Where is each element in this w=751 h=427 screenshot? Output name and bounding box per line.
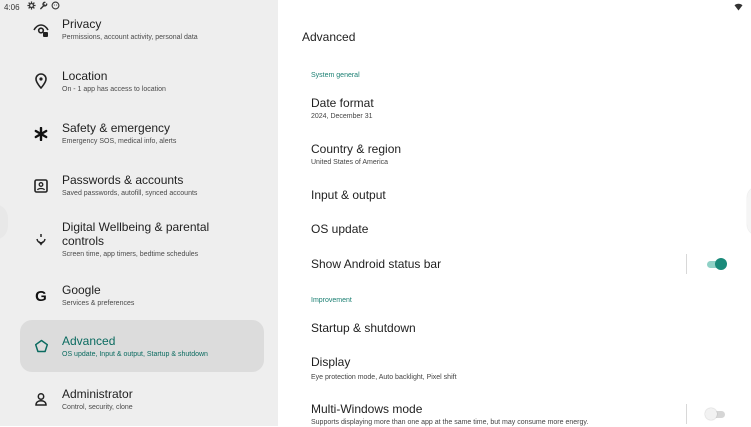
row-title: Input & output: [311, 188, 386, 202]
sidebar-item-subtitle: Saved passwords, autofill, synced accoun…: [62, 190, 198, 197]
row-title: Date format: [311, 96, 374, 110]
status-time: 4:06: [4, 3, 20, 12]
sidebar-item-subtitle: Control, security, clone: [62, 404, 133, 411]
location-pin-icon: [32, 72, 50, 90]
section-header-system-general: System general: [311, 72, 360, 79]
row-title: Multi-Windows mode: [311, 402, 423, 416]
sidebar-item-passwords-accounts[interactable]: Passwords & accounts Saved passwords, au…: [20, 168, 264, 204]
account-box-icon: [32, 177, 50, 195]
page-title: Advanced: [302, 30, 356, 44]
toggle-thumb: [715, 258, 727, 270]
sidebar-item-title: Google: [62, 283, 101, 297]
sidebar-item-title: Administrator: [62, 387, 133, 401]
row-subtitle: United States of America: [311, 159, 389, 166]
row-title: Country & region: [311, 142, 402, 156]
row-title: Show Android status bar: [311, 257, 442, 271]
row-subtitle: 2024, December 31: [311, 113, 373, 120]
sidebar-item-subtitle: Services & preferences: [62, 300, 135, 307]
row-title: Startup & shutdown: [311, 321, 416, 335]
sidebar-item-safety-emergency[interactable]: Safety & emergency Emergency SOS, medica…: [20, 116, 264, 152]
wellbeing-icon: [32, 231, 50, 249]
row-divider: [686, 404, 687, 424]
google-icon: G: [35, 287, 47, 305]
settings-sidebar: Privacy Permissions, account activity, p…: [0, 0, 278, 426]
administrator-person-icon: [32, 390, 50, 408]
sidebar-item-subtitle: Emergency SOS, medical info, alerts: [62, 138, 177, 145]
advanced-star-icon: [32, 337, 50, 355]
emergency-asterisk-icon: [32, 125, 50, 143]
status-icons: [27, 1, 60, 10]
sidebar-item-subtitle: Screen time, app timers, bedtime schedul…: [62, 251, 199, 258]
privacy-eye-icon: [32, 21, 50, 39]
sidebar-item-location[interactable]: Location On - 1 app has access to locati…: [20, 64, 264, 100]
sidebar-item-administrator[interactable]: Administrator Control, security, clone: [20, 382, 264, 418]
sidebar-item-title: Digital Wellbeing & parental controls: [62, 220, 210, 248]
side-gesture-handle[interactable]: [747, 186, 751, 236]
wifi-icon: [734, 3, 743, 11]
settings-icon: [27, 1, 36, 10]
section-header-improvement: Improvement: [311, 297, 352, 304]
multi-windows-toggle[interactable]: [705, 408, 727, 420]
wrench-icon: [40, 1, 48, 10]
toggle-thumb: [705, 408, 717, 420]
sidebar-item-subtitle: Permissions, account activity, personal …: [62, 34, 198, 41]
sidebar-item-advanced[interactable]: Advanced OS update, Input & output, Star…: [20, 320, 264, 372]
sidebar-item-digital-wellbeing[interactable]: Digital Wellbeing & parental controls Sc…: [20, 216, 264, 266]
row-subtitle: Eye protection mode, Auto backlight, Pix…: [311, 374, 457, 381]
sidebar-item-google[interactable]: G Google Services & preferences: [20, 278, 264, 314]
row-title: OS update: [311, 222, 369, 236]
status-bar: 4:06: [0, 0, 751, 14]
android-icon: [51, 1, 60, 10]
sidebar-item-title: Privacy: [62, 17, 102, 31]
sidebar-item-title: Safety & emergency: [62, 121, 171, 135]
sidebar-item-subtitle: OS update, Input & output, Startup & shu…: [62, 351, 208, 358]
row-title: Display: [311, 355, 351, 369]
sidebar-item-subtitle: On - 1 app has access to location: [62, 86, 166, 93]
sidebar-item-title: Advanced: [62, 334, 116, 348]
advanced-settings-panel: Advanced System general Date format 2024…: [278, 0, 751, 426]
back-gesture-handle[interactable]: [0, 204, 8, 240]
sidebar-item-title: Location: [62, 69, 108, 83]
row-divider: [686, 254, 687, 274]
status-bar-toggle[interactable]: [705, 258, 727, 270]
sidebar-item-privacy[interactable]: Privacy Permissions, account activity, p…: [20, 12, 264, 48]
sidebar-item-title: Passwords & accounts: [62, 173, 184, 187]
